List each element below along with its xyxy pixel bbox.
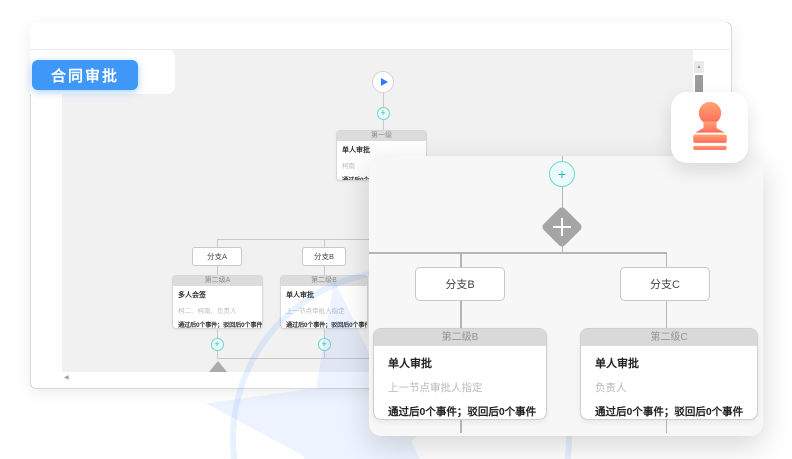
screen: 设置 新建审批流 1 基本信息 2 触发条件 3 设置流程 上一步 关闭 合同审… bbox=[0, 0, 792, 459]
node-type: 单人审批 bbox=[581, 355, 757, 371]
node-events: 通过后0个事件；驳回后0个事件 bbox=[374, 404, 546, 419]
node-card-title: 第二级C bbox=[581, 329, 757, 346]
branch-b-box[interactable]: 分支B bbox=[302, 247, 346, 266]
connector-line bbox=[383, 93, 384, 107]
stamp-icon bbox=[687, 101, 733, 155]
branch-split-line bbox=[217, 239, 380, 240]
connector-line bbox=[666, 420, 668, 433]
node-assignee: 上一节点审批人指定 bbox=[374, 380, 546, 395]
node-card-level2b[interactable]: 第二级B 单人审批 上一节点审批人指定 通过后0个事件；驳回后0个事件 bbox=[373, 328, 547, 420]
branch-b-box[interactable]: 分支B bbox=[415, 267, 505, 301]
add-node-button[interactable]: + bbox=[211, 338, 224, 351]
connector-line bbox=[217, 266, 218, 275]
node-assignee: 柯二、柯南、负责人 bbox=[173, 305, 262, 315]
add-node-button[interactable]: + bbox=[549, 161, 575, 187]
start-node[interactable] bbox=[372, 71, 394, 93]
node-events: 通过后0个事件；驳回后0个事件 bbox=[581, 404, 757, 419]
stamp-card bbox=[671, 92, 748, 163]
connector-line bbox=[460, 301, 462, 328]
connector-line bbox=[324, 266, 325, 275]
scroll-left-arrow[interactable]: ◀ bbox=[64, 374, 69, 382]
connector-line bbox=[666, 301, 668, 328]
plus-icon bbox=[547, 212, 577, 242]
node-card-title: 第二级B bbox=[374, 329, 546, 346]
connector-line bbox=[666, 252, 668, 267]
node-card-title: 第二级A bbox=[173, 276, 262, 286]
branch-a-box[interactable]: 分支A bbox=[192, 247, 242, 266]
node-type: 多人会签 bbox=[173, 290, 262, 300]
connector-line bbox=[217, 351, 218, 358]
node-assignee: 负责人 bbox=[581, 380, 757, 395]
top-bar bbox=[30, 22, 730, 50]
branch-c-box[interactable]: 分支C bbox=[620, 267, 710, 301]
node-card-level2a[interactable]: 第二级A 多人会签 柯二、柯南、负责人 通过后0个事件；驳回后0个事件 bbox=[172, 275, 263, 329]
connector-line bbox=[460, 252, 462, 267]
play-icon bbox=[381, 78, 388, 86]
node-type: 单人审批 bbox=[337, 145, 426, 155]
merge-triangle-icon bbox=[209, 361, 227, 372]
node-card-title: 第一级 bbox=[337, 131, 426, 141]
node-type: 单人审批 bbox=[374, 355, 546, 371]
connector-line bbox=[460, 420, 462, 433]
add-node-button[interactable]: + bbox=[377, 107, 390, 120]
node-card-level2c[interactable]: 第二级C 单人审批 负责人 通过后0个事件；驳回后0个事件 bbox=[580, 328, 758, 420]
connector-line bbox=[217, 329, 218, 338]
connector-line bbox=[383, 120, 384, 130]
connector-line bbox=[217, 239, 218, 247]
branch-split-line bbox=[369, 252, 667, 254]
connector-line bbox=[324, 239, 325, 247]
scroll-up-arrow[interactable]: ▲ bbox=[694, 61, 704, 73]
zoom-preview-panel: + 分支B 分支C 第二级B 单人审批 上一节点审批人指定 通过后0个事件；驳回… bbox=[369, 156, 763, 436]
connector-line bbox=[562, 243, 564, 252]
flow-name-badge: 合同审批 bbox=[32, 60, 138, 90]
node-events: 通过后0个事件；驳回后0个事件 bbox=[173, 320, 262, 329]
